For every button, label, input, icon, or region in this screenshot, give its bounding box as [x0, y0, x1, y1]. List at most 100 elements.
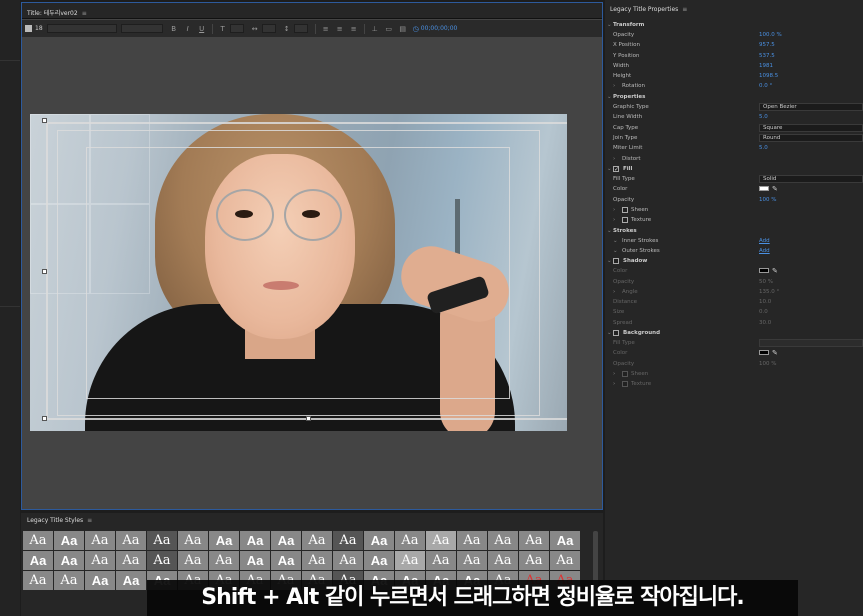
style-swatch[interactable]: Aa	[271, 531, 301, 550]
expand-triangle-icon[interactable]: ⌄	[607, 164, 612, 174]
panel-menu-icon[interactable]: ≡	[87, 517, 92, 524]
style-swatch[interactable]: Aa	[333, 551, 363, 570]
show-video-icon[interactable]: ▤	[399, 25, 407, 33]
style-swatch[interactable]: Aa	[147, 551, 177, 570]
background-section[interactable]: ⌄ Background	[605, 328, 863, 338]
style-swatch[interactable]: Aa	[23, 551, 53, 570]
shadow-size-value[interactable]: 0.0	[759, 307, 768, 317]
style-swatch[interactable]: Aa	[364, 551, 394, 570]
timecode[interactable]: 00;00;00;00	[421, 25, 458, 32]
outer-strokes-add-link[interactable]: Add	[759, 246, 770, 256]
height-value[interactable]: 1098.5	[759, 71, 778, 81]
strokes-section[interactable]: ⌄ Strokes	[605, 226, 863, 236]
underline-icon[interactable]: U	[198, 25, 206, 33]
shadow-distance-value[interactable]: 10.0	[759, 297, 771, 307]
style-swatch[interactable]: Aa	[85, 531, 115, 550]
expand-triangle-icon[interactable]: ⌄	[613, 246, 618, 256]
expand-triangle-icon[interactable]: ›	[613, 379, 615, 389]
style-swatch[interactable]: Aa	[426, 551, 456, 570]
sheen-checkbox[interactable]	[622, 207, 628, 213]
leading-icon[interactable]: ↕	[283, 25, 291, 33]
style-swatch[interactable]: Aa	[85, 551, 115, 570]
fill-type-select[interactable]: Solid	[759, 175, 863, 183]
style-swatch[interactable]: Aa	[54, 531, 84, 550]
expand-triangle-icon[interactable]: ⌄	[607, 226, 612, 236]
align-left-icon[interactable]: ≡	[322, 25, 330, 33]
opacity-value[interactable]: 100.0 %	[759, 30, 782, 40]
shadow-spread-value[interactable]: 30.0	[759, 318, 771, 328]
style-swatch[interactable]: Aa	[54, 571, 84, 590]
bold-icon[interactable]: B	[170, 25, 178, 33]
eyedropper-icon[interactable]: ✎	[772, 266, 778, 276]
align-right-icon[interactable]: ≡	[350, 25, 358, 33]
style-swatch[interactable]: Aa	[550, 551, 580, 570]
style-swatch[interactable]: Aa	[364, 531, 394, 550]
miter-limit-value[interactable]: 5.0	[759, 143, 768, 153]
video-preview[interactable]	[30, 114, 567, 431]
expand-triangle-icon[interactable]: ›	[613, 215, 615, 225]
shadow-opacity-value[interactable]: 50 %	[759, 277, 773, 287]
font-size-icon[interactable]: T	[219, 25, 227, 33]
styles-tab[interactable]: Legacy Title Styles ≡	[27, 517, 92, 524]
style-swatch[interactable]: Aa	[395, 531, 425, 550]
font-family-field[interactable]	[46, 24, 117, 33]
size-field[interactable]	[229, 24, 244, 33]
graphic-type-select[interactable]: Open Bezier	[759, 103, 863, 111]
font-size-field[interactable]: 18	[35, 25, 43, 32]
style-swatch[interactable]: Aa	[519, 551, 549, 570]
style-swatch[interactable]: Aa	[178, 551, 208, 570]
style-swatch[interactable]: Aa	[54, 551, 84, 570]
leading-field[interactable]	[293, 24, 308, 33]
y-position-value[interactable]: 537.5	[759, 51, 775, 61]
background-opacity-value[interactable]: 100 %	[759, 359, 776, 369]
style-swatch[interactable]: Aa	[116, 531, 146, 550]
distort-row[interactable]: › Distort	[605, 154, 863, 164]
expand-triangle-icon[interactable]: ⌄	[607, 92, 612, 102]
style-swatch[interactable]: Aa	[116, 571, 146, 590]
x-position-value[interactable]: 957.5	[759, 40, 775, 50]
style-swatch[interactable]: Aa	[302, 531, 332, 550]
panel-menu-icon[interactable]: ≡	[82, 10, 87, 17]
join-type-select[interactable]: Round	[759, 134, 863, 142]
fill-section[interactable]: ⌄Fill	[605, 164, 863, 175]
style-swatch[interactable]: Aa	[395, 551, 425, 570]
line-width-value[interactable]: 5.0	[759, 112, 768, 122]
expand-triangle-icon[interactable]: ›	[613, 369, 615, 379]
style-swatch[interactable]: Aa	[209, 531, 239, 550]
background-checkbox[interactable]	[613, 330, 619, 336]
shadow-angle-value[interactable]: 135.0 °	[759, 287, 779, 297]
style-swatch[interactable]: Aa	[23, 531, 53, 550]
style-swatch[interactable]: Aa	[426, 531, 456, 550]
properties-tab[interactable]: Legacy Title Properties ≡	[610, 6, 687, 13]
style-swatch[interactable]: Aa	[209, 551, 239, 570]
eyedropper-icon[interactable]: ✎	[772, 184, 778, 194]
text-tool-icon[interactable]	[25, 25, 32, 32]
sheen-checkbox[interactable]	[622, 371, 628, 377]
expand-triangle-icon[interactable]: ›	[613, 154, 615, 164]
fill-checkbox[interactable]	[613, 165, 619, 175]
inner-strokes-add-link[interactable]: Add	[759, 236, 770, 246]
background-color-swatch[interactable]	[759, 350, 769, 355]
style-swatch[interactable]: Aa	[457, 531, 487, 550]
texture-checkbox[interactable]	[622, 217, 628, 223]
style-swatch[interactable]: Aa	[488, 531, 518, 550]
expand-triangle-icon[interactable]: ⌄	[613, 236, 618, 246]
fill-color-swatch[interactable]	[759, 186, 769, 191]
resize-handle[interactable]	[42, 269, 47, 274]
style-swatch[interactable]: Aa	[333, 531, 363, 550]
shadow-section[interactable]: ⌄ Shadow	[605, 256, 863, 266]
expand-triangle-icon[interactable]: ›	[613, 81, 615, 91]
properties-section[interactable]: ⌄ Properties	[605, 92, 863, 102]
fill-opacity-value[interactable]: 100 %	[759, 195, 776, 205]
transform-section[interactable]: ⌄ Transform	[605, 20, 863, 30]
rotation-value[interactable]: 0.0 °	[759, 81, 772, 91]
background-video-icon[interactable]: ▭	[385, 25, 393, 33]
resize-handle[interactable]	[42, 118, 47, 123]
italic-icon[interactable]: I	[184, 25, 192, 33]
texture-checkbox[interactable]	[622, 381, 628, 387]
kerning-field[interactable]	[261, 24, 276, 33]
panel-menu-icon[interactable]: ≡	[682, 6, 687, 13]
resize-handle[interactable]	[42, 416, 47, 421]
background-fill-type-select[interactable]	[759, 339, 863, 347]
expand-triangle-icon[interactable]: ›	[613, 287, 615, 297]
